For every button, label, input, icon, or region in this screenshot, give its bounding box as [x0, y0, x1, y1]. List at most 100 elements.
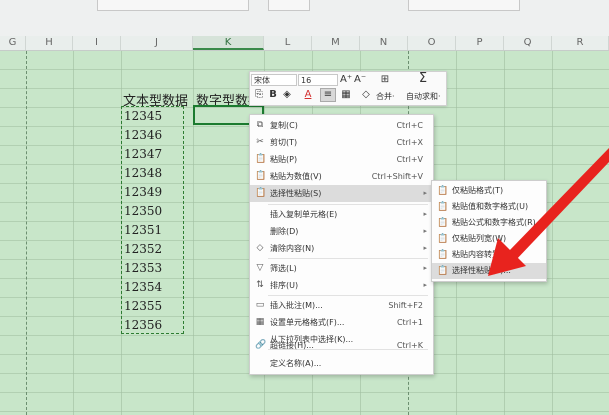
menu-item-label: 复制(C): [270, 121, 298, 130]
autosum-label[interactable]: 自动求和·: [406, 91, 441, 102]
menu-item-label: 剪切(T): [270, 138, 298, 147]
column-header-r[interactable]: R: [552, 36, 609, 50]
menu-item-shortcut: Ctrl+C: [396, 121, 423, 130]
menu-item-label: 粘贴为数值(V): [270, 172, 322, 181]
submenu-item-paste-col-widths[interactable]: 📋 仅粘贴列宽(W): [432, 231, 546, 247]
menu-item-paste-values[interactable]: 📋 粘贴为数值(V) Ctrl+Shift+V: [250, 168, 433, 185]
menu-item-define-name[interactable]: 定义名称(A)...: [250, 355, 433, 372]
grid-line: [552, 51, 553, 415]
font-size-select[interactable]: 16: [298, 74, 338, 86]
menu-item-shortcut: Ctrl+1: [396, 318, 423, 327]
paste-values-icon: 📋: [255, 171, 267, 181]
submenu-arrow-icon: ▸: [423, 244, 427, 252]
submenu-item-label: 粘贴值和数字格式(U): [452, 202, 529, 211]
cut-icon: ✂: [256, 137, 264, 147]
paste-formulas-icon: 📋: [437, 218, 449, 228]
submenu-item-label: 仅粘贴列宽(W): [452, 234, 507, 243]
clear-format-icon[interactable]: ◇: [360, 89, 372, 101]
cell-value[interactable]: 12348: [124, 166, 162, 180]
submenu-item-label: 粘贴公式和数字格式(R): [452, 218, 536, 227]
menu-item-hyperlink[interactable]: 🔗 超链接(H)... Ctrl+K: [250, 337, 433, 354]
menu-item-label: 排序(U): [270, 281, 299, 290]
menu-item-format-cells[interactable]: ▦ 设置单元格格式(F)... Ctrl+1: [250, 314, 433, 331]
format-painter-icon[interactable]: ⎘: [253, 89, 265, 101]
copy-icon: ⧉: [256, 120, 264, 130]
toolbar-segment[interactable]: [408, 0, 520, 11]
borders-icon[interactable]: ▦: [340, 89, 352, 101]
hyperlink-icon: 🔗: [255, 340, 267, 350]
menu-item-label: 筛选(L): [270, 264, 297, 273]
paste-values-icon: 📋: [437, 202, 449, 212]
column-header-m[interactable]: M: [312, 36, 360, 50]
menu-item-clear[interactable]: ◇ 清除内容(N) ▸: [250, 240, 433, 257]
grow-font-icon[interactable]: A⁺: [340, 74, 352, 86]
merge-label[interactable]: 合并·: [376, 91, 395, 102]
menu-item-label: 插入批注(M)...: [270, 301, 323, 310]
ribbon-area: [0, 0, 609, 36]
submenu-item-paste-format[interactable]: 📋 仅粘贴格式(T): [432, 183, 546, 199]
column-header-p[interactable]: P: [456, 36, 504, 50]
merge-cells-icon[interactable]: ⊞: [378, 74, 392, 86]
submenu-item-paste-special-dialog[interactable]: 📋 选择性粘贴(S)...: [432, 263, 546, 279]
menu-item-label: 选择性粘贴(S): [270, 189, 322, 198]
paste-transpose-icon: 📋: [437, 250, 449, 260]
align-center-icon[interactable]: ≡: [320, 88, 336, 102]
column-header-q[interactable]: Q: [504, 36, 552, 50]
cell-value[interactable]: 12349: [124, 185, 162, 199]
cell-value[interactable]: 12345: [124, 109, 162, 123]
font-color-icon[interactable]: A: [302, 89, 314, 101]
menu-item-cut[interactable]: ✂ 剪切(T) Ctrl+X: [250, 134, 433, 151]
bold-icon[interactable]: B: [267, 89, 279, 101]
toolbar-segment[interactable]: [268, 0, 310, 11]
menu-item-copy[interactable]: ⧉ 复制(C) Ctrl+C: [250, 117, 433, 134]
font-name-select[interactable]: 宋体: [251, 74, 297, 86]
submenu-arrow-icon: ▸: [423, 281, 427, 289]
menu-item-paste-special[interactable]: 📋 选择性粘贴(S) ▸: [250, 185, 433, 202]
cell-value[interactable]: 12355: [124, 299, 162, 313]
column-header-k[interactable]: K: [193, 36, 264, 50]
page-break-line: [26, 51, 27, 415]
cell-value[interactable]: 12350: [124, 204, 162, 218]
menu-item-paste[interactable]: 📋 粘贴(P) Ctrl+V: [250, 151, 433, 168]
cell-value[interactable]: 12352: [124, 242, 162, 256]
menu-item-shortcut: Ctrl+Shift+V: [371, 172, 423, 181]
column-header-n[interactable]: N: [360, 36, 408, 50]
submenu-arrow-icon: ▸: [423, 264, 427, 272]
context-menu: ⧉ 复制(C) Ctrl+C ✂ 剪切(T) Ctrl+X 📋 粘贴(P) Ctrl+V 📋…: [249, 114, 434, 375]
fill-color-icon[interactable]: ◈: [281, 89, 293, 101]
cell-value[interactable]: 12347: [124, 147, 162, 161]
shrink-font-icon[interactable]: A⁻: [354, 74, 366, 86]
submenu-arrow-icon: ▸: [423, 189, 427, 197]
cell-value[interactable]: 12353: [124, 261, 162, 275]
menu-item-label: 清除内容(N): [270, 244, 315, 253]
clear-icon: ◇: [256, 243, 264, 253]
menu-item-insert-copied[interactable]: 插入复制单元格(E) ▸: [250, 206, 433, 223]
menu-item-delete[interactable]: 删除(D) ▸: [250, 223, 433, 240]
menu-item-sort[interactable]: ⇅ 排序(U) ▸: [250, 277, 433, 294]
menu-item-shortcut: Ctrl+V: [396, 155, 423, 164]
cell-value[interactable]: 12346: [124, 128, 162, 142]
menu-separator: [268, 258, 428, 259]
column-header-g[interactable]: G: [0, 36, 26, 50]
autosum-icon[interactable]: Σ: [416, 72, 430, 85]
submenu-item-label: 选择性粘贴(S)...: [452, 266, 511, 275]
submenu-item-paste-formulas[interactable]: 📋 粘贴公式和数字格式(R): [432, 215, 546, 231]
menu-item-insert-comment[interactable]: ▭ 插入批注(M)... Shift+F2: [250, 297, 433, 314]
column-header-h[interactable]: H: [26, 36, 73, 50]
submenu-item-paste-transpose[interactable]: 📋 粘贴内容转置(E): [432, 247, 546, 263]
cell-value[interactable]: 12356: [124, 318, 162, 332]
column-header-l[interactable]: L: [264, 36, 312, 50]
menu-separator: [268, 204, 428, 205]
menu-item-filter[interactable]: ▽ 筛选(L) ▸: [250, 260, 433, 277]
paste-format-icon: 📋: [437, 186, 449, 196]
cell-value[interactable]: 12354: [124, 280, 162, 294]
submenu-item-label: 仅粘贴格式(T): [452, 186, 504, 195]
formula-bar-segment[interactable]: [97, 0, 249, 11]
sort-icon: ⇅: [256, 280, 264, 290]
paste-widths-icon: 📋: [437, 234, 449, 244]
column-header-j[interactable]: J: [121, 36, 193, 50]
submenu-item-paste-values-numbers[interactable]: 📋 粘贴值和数字格式(U): [432, 199, 546, 215]
cell-value[interactable]: 12351: [124, 223, 162, 237]
column-header-i[interactable]: I: [73, 36, 121, 50]
column-header-o[interactable]: O: [408, 36, 456, 50]
